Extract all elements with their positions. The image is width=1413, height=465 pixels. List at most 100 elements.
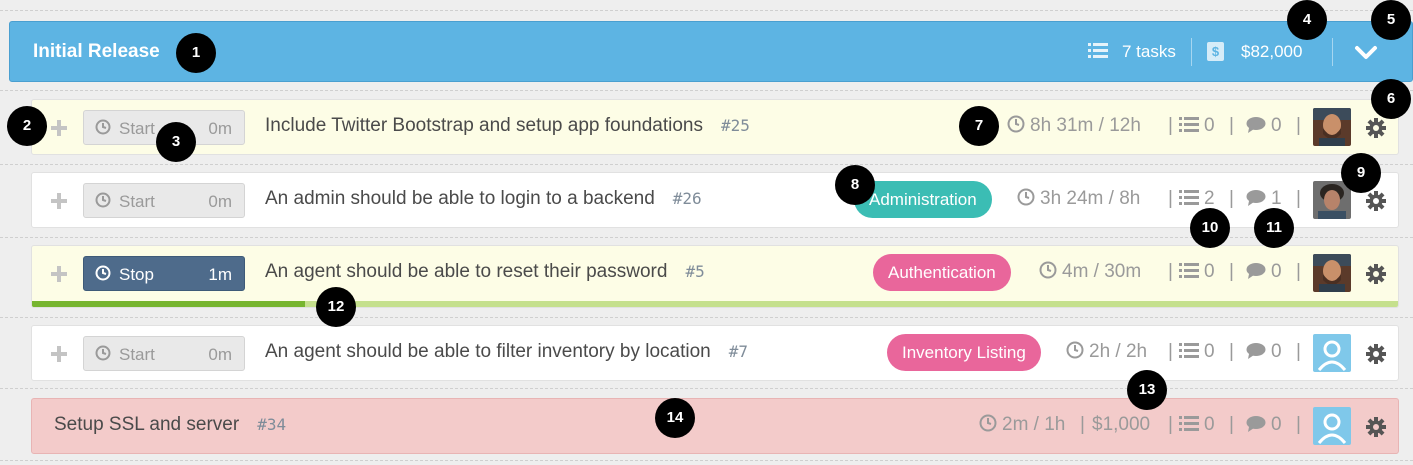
task-number: #26 xyxy=(672,189,702,208)
avatar[interactable] xyxy=(1313,108,1351,146)
divider: | xyxy=(1168,188,1173,209)
divider xyxy=(1332,38,1333,66)
timer-start-button[interactable]: Start 0m xyxy=(83,183,245,218)
timer-time: 0m xyxy=(208,345,232,364)
avatar[interactable] xyxy=(1313,181,1351,219)
divider: | xyxy=(1229,261,1234,282)
list-icon xyxy=(1179,262,1199,285)
divider xyxy=(1191,38,1192,66)
callout-marker: 8 xyxy=(835,165,875,205)
timer-time: 0m xyxy=(208,192,232,211)
milestone-title[interactable]: Initial Release xyxy=(33,41,160,63)
chevron-down-icon xyxy=(1355,46,1377,59)
divider: | xyxy=(1229,115,1234,136)
checklist-count: 0 xyxy=(1179,115,1215,139)
callout-marker: 11 xyxy=(1254,208,1294,248)
comment-icon xyxy=(1246,189,1266,212)
clock-icon xyxy=(979,414,997,438)
avatar-placeholder[interactable] xyxy=(1313,334,1351,372)
divider: | xyxy=(1296,414,1301,435)
settings-gear-button[interactable] xyxy=(1366,344,1386,364)
plus-icon xyxy=(51,120,67,136)
comment-count: 0 xyxy=(1246,341,1282,365)
comment-count: 0 xyxy=(1246,261,1282,285)
timer-time: 0m xyxy=(208,119,232,138)
expand-task-button[interactable] xyxy=(49,344,69,364)
milestone-task-count: 7 tasks xyxy=(1122,42,1176,61)
task-row[interactable]: Stop 1m An agent should be able to reset… xyxy=(31,245,1399,308)
task-title[interactable]: An admin should be able to login to a ba… xyxy=(265,188,702,210)
comment-count: 0 xyxy=(1246,115,1282,139)
task-row[interactable]: Start 0m Include Twitter Bootstrap and s… xyxy=(31,99,1399,155)
divider: | xyxy=(1229,188,1234,209)
task-number: #7 xyxy=(728,342,748,361)
checklist-count: 0 xyxy=(1179,261,1215,285)
gear-icon xyxy=(1366,264,1386,284)
callout-marker: 3 xyxy=(156,122,196,162)
clock-icon xyxy=(1007,115,1025,139)
avatar[interactable] xyxy=(1313,254,1351,292)
clock-icon xyxy=(95,192,111,213)
plus-icon xyxy=(51,193,67,209)
task-title[interactable]: An agent should be able to reset their p… xyxy=(265,261,705,283)
task-number: #25 xyxy=(721,116,750,135)
callout-marker: 12 xyxy=(316,287,356,327)
comment-icon xyxy=(1246,342,1266,365)
divider: | xyxy=(1229,341,1234,362)
comment-icon xyxy=(1246,415,1266,438)
comment-icon xyxy=(1246,116,1266,139)
divider: | xyxy=(1296,115,1301,136)
divider: | xyxy=(1296,188,1301,209)
divider: | xyxy=(1229,414,1234,435)
task-title[interactable]: An agent should be able to filter invent… xyxy=(265,341,748,363)
settings-gear-button[interactable] xyxy=(1366,264,1386,284)
timer-stop-button[interactable]: Stop 1m xyxy=(83,256,245,291)
tag-authentication[interactable]: Authentication xyxy=(873,254,1011,291)
list-icon xyxy=(1179,342,1199,365)
time-estimate: 4m / 30m xyxy=(1039,261,1141,285)
gear-icon xyxy=(1366,417,1386,437)
task-row[interactable]: Start 0m An agent should be able to filt… xyxy=(31,325,1399,381)
callout-marker: 6 xyxy=(1371,79,1411,119)
clock-icon xyxy=(95,345,111,366)
collapse-toggle-button[interactable] xyxy=(1350,40,1382,66)
task-title[interactable]: Include Twitter Bootstrap and setup app … xyxy=(265,115,750,137)
settings-gear-button[interactable] xyxy=(1366,417,1386,437)
timer-start-button[interactable]: Start 0m xyxy=(83,336,245,371)
timer-label: Start xyxy=(119,119,155,138)
expand-task-button[interactable] xyxy=(49,118,69,138)
list-icon xyxy=(1179,189,1199,212)
callout-marker: 10 xyxy=(1190,208,1230,248)
task-title[interactable]: Setup SSL and server #34 xyxy=(54,414,286,436)
time-progress-bar xyxy=(32,301,1398,307)
settings-gear-button[interactable] xyxy=(1366,118,1386,138)
milestone-header[interactable]: Initial Release 7 tasks $ $82,000 xyxy=(9,21,1413,82)
task-row[interactable]: Setup SSL and server #34 2m / 1h | $1,000… xyxy=(31,398,1399,454)
clock-icon xyxy=(1066,341,1084,365)
checklist-count: 0 xyxy=(1179,341,1215,365)
timer-label: Start xyxy=(119,345,155,364)
divider: | xyxy=(1296,341,1301,362)
timer-label: Stop xyxy=(119,265,154,284)
time-estimate: 2m / 1h xyxy=(979,414,1065,438)
callout-marker: 9 xyxy=(1341,153,1381,193)
clock-icon xyxy=(95,265,111,286)
settings-gear-button[interactable] xyxy=(1366,191,1386,211)
divider: | xyxy=(1080,414,1085,435)
expand-task-button[interactable] xyxy=(49,191,69,211)
callout-marker: 2 xyxy=(7,106,47,146)
gear-icon xyxy=(1366,344,1386,364)
callout-marker: 5 xyxy=(1371,0,1411,40)
avatar-placeholder[interactable] xyxy=(1313,407,1351,445)
comment-count: 0 xyxy=(1246,414,1282,438)
task-number: #5 xyxy=(685,262,705,281)
time-estimate: 2h / 2h xyxy=(1066,341,1147,365)
expand-task-button[interactable] xyxy=(49,264,69,284)
timer-label: Start xyxy=(119,192,155,211)
tag-inventory-listing[interactable]: Inventory Listing xyxy=(887,334,1041,371)
list-icon xyxy=(1179,116,1199,139)
money-icon: $ xyxy=(1207,42,1224,61)
milestone-budget: $82,000 xyxy=(1241,42,1303,61)
time-estimate: 8h 31m / 12h xyxy=(1007,115,1141,139)
gear-icon xyxy=(1366,118,1386,138)
